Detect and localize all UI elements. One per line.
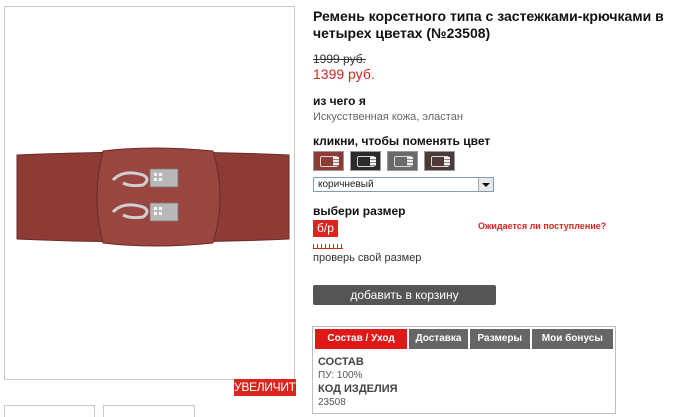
thumbnail-2[interactable] [103, 405, 195, 417]
old-price: 1999 руб. [313, 52, 366, 66]
info-tabs-panel: Состав / Уход Доставка Размеры Мои бонус… [312, 326, 616, 414]
buckle-icon [407, 157, 413, 166]
swatch-grey[interactable] [387, 151, 418, 171]
product-code-heading: КОД ИЗДЕЛИЯ [318, 383, 398, 395]
swatch-black[interactable] [350, 151, 381, 171]
swatch-brown[interactable] [313, 151, 344, 171]
size-label: выбери размер [313, 204, 406, 218]
color-label: кликни, чтобы поменять цвет [313, 134, 491, 148]
tab-bonuses[interactable]: Мои бонусы [531, 329, 613, 349]
tab-sizes[interactable]: Размеры [469, 329, 530, 349]
new-price: 1399 руб. [313, 66, 375, 82]
size-option[interactable]: б/р [313, 220, 338, 237]
tab-content: СОСТАВ ПУ: 100% КОД ИЗДЕЛИЯ 23508 [313, 349, 615, 410]
buckle-icon [370, 157, 376, 166]
material-label: из чего я [313, 94, 366, 108]
tab-delivery[interactable]: Доставка [409, 329, 468, 349]
thumbnail-1[interactable] [4, 405, 95, 417]
ruler-icon[interactable] [313, 244, 343, 249]
composition-heading: СОСТАВ [318, 356, 364, 368]
material-value: Искусственная кожа, эластан [313, 111, 463, 123]
color-select[interactable]: коричневый [313, 177, 494, 192]
color-select-value: коричневый [318, 179, 374, 190]
expected-stock-link[interactable]: Ожидается ли поступление? [478, 221, 606, 231]
tab-composition[interactable]: Состав / Уход [315, 329, 408, 349]
color-swatches [313, 151, 455, 171]
product-code-value: 23508 [318, 397, 346, 408]
swatch-dark-brown[interactable] [424, 151, 455, 171]
buckle-icon [333, 157, 339, 166]
buckle-icon [444, 157, 450, 166]
add-to-cart-button[interactable]: добавить в корзину [313, 285, 496, 305]
product-image-frame[interactable] [4, 6, 295, 380]
chevron-down-icon[interactable] [478, 178, 493, 191]
product-title: Ремень корсетного типа с застежками-крюч… [313, 8, 664, 41]
check-size-link[interactable]: проверь свой размер [313, 252, 421, 264]
composition-value: ПУ: 100% [318, 370, 363, 381]
product-image-belt [13, 147, 296, 247]
zoom-button[interactable]: УВЕЛИЧИТЬ [234, 379, 304, 396]
info-tabs: Состав / Уход Доставка Размеры Мои бонус… [313, 327, 615, 349]
